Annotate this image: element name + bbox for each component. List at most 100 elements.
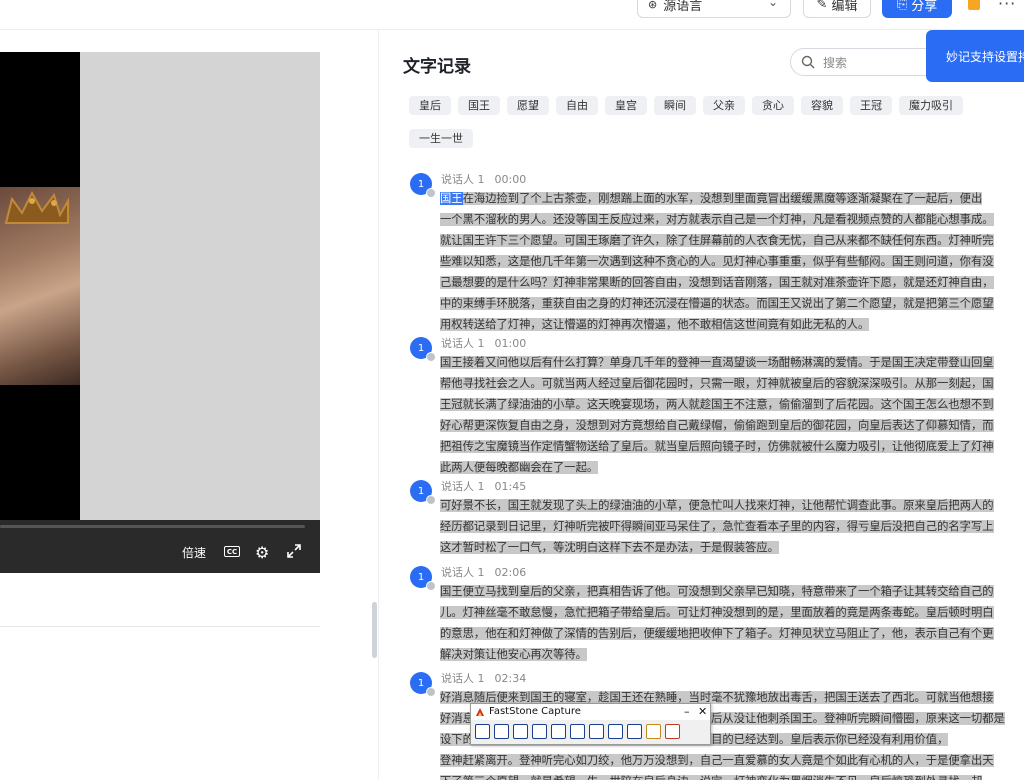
highlighted-text: 就让国王许下三个愿望。可国王琢磨了许久，除了住屏幕前的人衣食无忧，自己从来都不缺… xyxy=(440,234,994,247)
panel-resize-scrollbar[interactable] xyxy=(372,602,377,658)
keyword-tag[interactable]: 愿望 xyxy=(507,96,549,115)
timestamp[interactable]: 00:00 xyxy=(495,173,527,186)
timestamp[interactable]: 01:00 xyxy=(495,337,527,350)
speaker-name[interactable]: 说话人 1 xyxy=(441,480,485,493)
timestamp[interactable]: 02:06 xyxy=(495,566,527,579)
transcript-line: 一个黑不溜秋的男人。还没等国王反应过来，对方就表示自己是一个灯神，凡是看视频点赞… xyxy=(440,209,1024,230)
search-icon xyxy=(801,55,815,69)
minimize-icon[interactable]: – xyxy=(684,704,690,719)
keyword-tag[interactable]: 一生一世 xyxy=(409,129,473,148)
faststone-titlebar[interactable]: FastStone Capture xyxy=(471,704,710,720)
transcript-line: 王冠就长满了绿油油的小草。这天晚宴现场，两人就趁国王不注意，偷偷溜到了后花园。这… xyxy=(440,394,1024,415)
speaker-avatar[interactable]: 1 xyxy=(410,672,436,697)
more-options-icon[interactable]: ··· xyxy=(998,0,1016,13)
transcript-line: 些难以知悉，这是他几千年第一次遇到这种不贪心的人。见灯神心事重重，似乎有些郁闷。… xyxy=(440,251,1024,272)
feature-tooltip[interactable]: 妙记支持设置持 xyxy=(926,30,1024,82)
capture-freehand-icon[interactable] xyxy=(551,724,566,739)
capture-scrolling-icon[interactable] xyxy=(589,724,604,739)
keyword-tag[interactable]: 瞬间 xyxy=(654,96,696,115)
edit-speaker-icon[interactable] xyxy=(426,687,436,697)
transcript-text[interactable]: 可好景不长，国王就发现了头上的绿油油的小草，便急忙叫人找来灯神，让他帮忙调查此事… xyxy=(440,495,1024,558)
transcript-text[interactable]: 国王在海边捡到了个上古茶壶，刚想踹上面的水军，没想到里面竟冒出缓缓黑魔等逐渐凝聚… xyxy=(440,188,1024,335)
transcript-text[interactable]: 国王接着又问他以后有什么打算？单身几千年的登神一直渴望谈一场酣畅淋漓的爱情。于是… xyxy=(440,352,1024,478)
edit-button[interactable]: ✎ 编辑 xyxy=(803,0,871,18)
highlighted-text: 此两人便每晚都幽会在了一起。 xyxy=(440,461,599,474)
keyword-tags: 皇后 国王 愿望 自由 皇宫 瞬间 父亲 贪心 容貌 王冠 魔力吸引一生一世 xyxy=(409,94,1009,160)
transcript-line: 的意思，他在和灯神做了深情的告别后，便缓缓地把收伸下了箱子。灯神见状立马阻止了，… xyxy=(440,623,1024,644)
faststone-capture-toolbar[interactable]: FastStone Capture – ✕ xyxy=(470,703,711,745)
speaker-avatar-label: 1 xyxy=(417,342,425,354)
timestamp[interactable]: 02:34 xyxy=(495,672,527,685)
share-icon: ⎘ xyxy=(896,0,908,12)
speaker-avatar-label: 1 xyxy=(417,178,425,190)
keyword-tag[interactable]: 自由 xyxy=(556,96,598,115)
capture-object-icon[interactable] xyxy=(513,724,528,739)
highlighted-text: 国王接着又问他以后有什么打算？单身几千年的登神一直渴望谈一场酣畅淋漓的爱情。于是… xyxy=(440,356,994,369)
speaker-name[interactable]: 说话人 1 xyxy=(441,337,485,350)
transcript-line: 经历都记录到日记里，灯神听完被吓得瞬间亚马呆住了，急忙查看本子里的内容，得亏皇后… xyxy=(440,516,1024,537)
settings-gear-icon[interactable]: ⚙ xyxy=(255,543,269,562)
speaker-name[interactable]: 说话人 1 xyxy=(441,173,485,186)
highlighted-text: 在海边捡到了个上古茶壶，刚想踹上面的水军，没想到里面竟冒出缓缓黑魔等逐渐凝聚在了… xyxy=(462,192,983,205)
capture-fullscreen-icon[interactable] xyxy=(570,724,585,739)
edit-speaker-icon[interactable] xyxy=(426,581,436,591)
settings-menu-icon[interactable] xyxy=(665,724,680,739)
transcript-line: 解决对策让他安心再次等待。 xyxy=(440,644,1024,665)
edit-speaker-icon[interactable] xyxy=(426,352,436,362)
keyword-tag[interactable]: 贪心 xyxy=(752,96,794,115)
selected-word[interactable]: 国王 xyxy=(440,192,463,205)
keyword-tag[interactable]: 容貌 xyxy=(801,96,843,115)
language-select[interactable]: ⊛ 源语言 ⌄ xyxy=(637,0,791,18)
video-record-icon[interactable] xyxy=(627,724,642,739)
timestamp[interactable]: 01:45 xyxy=(495,480,527,493)
highlighted-text: 这才暂时松了一口气，等沈明白这样下去不是办法，于是假装答应。 xyxy=(440,541,779,554)
highlighted-text: 王冠就长满了绿油油的小草。这天晚宴现场，两人就趁国王不注意，偷偷溜到了后花园。这… xyxy=(440,398,994,411)
transcript-line: 帮他寻找社会之人。可就当两人经过皇后御花园时，只需一眼，灯神就被皇后的容貌深深吸… xyxy=(440,373,1024,394)
output-palette-icon[interactable] xyxy=(646,724,661,739)
share-button[interactable]: ⎘ 分享 xyxy=(882,0,952,18)
keyword-tag[interactable]: 魔力吸引 xyxy=(899,96,963,115)
speaker-avatar[interactable]: 1 xyxy=(410,480,436,505)
edit-speaker-icon[interactable] xyxy=(426,495,436,505)
highlighted-text: 下了第三个愿望，就是希望一生一世陪在皇后身边。说完，灯神变化为黑烟消失不见，皇后… xyxy=(440,775,983,780)
speaker-name[interactable]: 说话人 1 xyxy=(441,566,485,579)
speaker-avatar[interactable]: 1 xyxy=(410,337,436,362)
close-icon[interactable]: ✕ xyxy=(698,704,707,719)
keyword-tag[interactable]: 王冠 xyxy=(850,96,892,115)
highlighted-text: 的意思，他在和灯神做了深情的告别后，便缓缓地把收伸下了箱子。灯神见状立马阻止了，… xyxy=(440,627,994,640)
transcript-search-input[interactable]: 搜索 xyxy=(790,48,940,76)
translate-icon: ⊛ xyxy=(648,0,658,11)
pencil-icon: ✎ xyxy=(816,0,828,12)
edit-speaker-icon[interactable] xyxy=(426,188,436,198)
open-folder-icon[interactable] xyxy=(475,724,490,739)
keyword-tag[interactable]: 皇宫 xyxy=(605,96,647,115)
transcript-text[interactable]: 国王便立马找到皇后的父亲，把真相告诉了他。可没想到父亲早已知晓，特意带来了一个箱… xyxy=(440,581,1024,665)
highlighted-text: 儿。灯神丝毫不敢怠慢，急忙把箱子带给皇后。可让灯神没想到的是，里面放着的竟是两条… xyxy=(440,606,994,619)
playback-speed-button[interactable]: 倍速 xyxy=(182,544,206,561)
capture-fixed-region-icon[interactable] xyxy=(608,724,623,739)
segment-meta: 说话人 1 00:00 xyxy=(441,171,526,187)
segment-meta: 说话人 1 02:06 xyxy=(441,564,526,580)
transcript-line: 可好景不长，国王就发现了头上的绿油油的小草，便急忙叫人找来灯神，让他帮忙调查此事… xyxy=(440,495,1024,516)
keyword-tag[interactable]: 父亲 xyxy=(703,96,745,115)
speaker-avatar[interactable]: 1 xyxy=(410,173,436,198)
keyword-tag[interactable]: 皇后 xyxy=(409,96,451,115)
transcript-line: 这才暂时松了一口气，等沈明白这样下去不是办法，于是假装答应。 xyxy=(440,537,1024,558)
highlighted-text: 中的束缚手环脱落，重获自由之身的灯神还沉浸在懵逼的状态。而国王又说出了第二个愿望… xyxy=(440,297,994,310)
speaker-avatar[interactable]: 1 xyxy=(410,566,436,591)
notification-icon[interactable] xyxy=(968,0,980,10)
keyword-tag[interactable]: 国王 xyxy=(458,96,500,115)
fullscreen-icon[interactable] xyxy=(286,543,302,559)
subtitles-cc-icon[interactable]: CC xyxy=(224,546,240,557)
transcript-line: 己最想要的是什么吗？灯神非常果断的回答自由，没想到话音刚落，国王就对准茶壶许下愿… xyxy=(440,272,1024,293)
capture-rectangle-icon[interactable] xyxy=(532,724,547,739)
chevron-down-icon: ⌄ xyxy=(767,0,778,9)
faststone-title: FastStone Capture xyxy=(489,706,581,717)
speaker-name[interactable]: 说话人 1 xyxy=(441,672,485,685)
transcript-line: 此两人便每晚都幽会在了一起。 xyxy=(440,457,1024,478)
language-select-label: 源语言 xyxy=(663,0,703,14)
highlighted-text: 把祖传之宝魔镜当作定情蟹物送给了皇后。就当皇后照向镜子时，仿佛就被什么魔力吸引，… xyxy=(440,440,994,453)
capture-window-icon[interactable] xyxy=(494,724,509,739)
transcript-line: 国王便立马找到皇后的父亲，把真相告诉了他。可没想到父亲早已知晓，特意带来了一个箱… xyxy=(440,581,1024,602)
video-progress-bar[interactable] xyxy=(0,525,305,528)
